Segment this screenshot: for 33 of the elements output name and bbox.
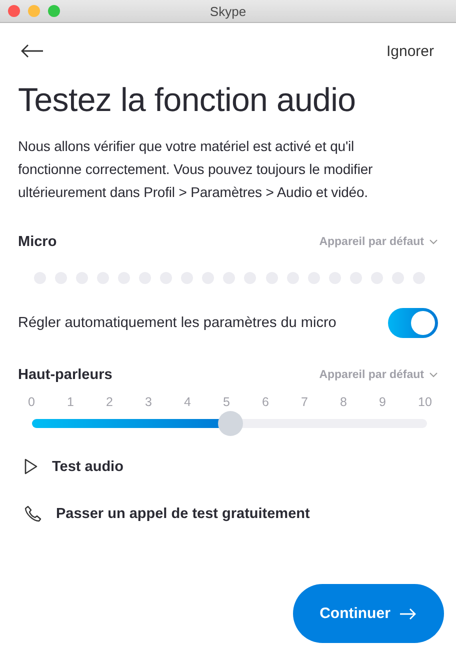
close-icon[interactable]	[8, 5, 20, 17]
play-icon	[24, 458, 38, 475]
action-link[interactable]: Test audio	[52, 458, 124, 474]
section-label: Micro	[18, 234, 57, 250]
tick-label: 7	[301, 395, 308, 409]
page-title: Testez la fonction audio	[18, 81, 357, 119]
description: Nous allons vérifier que votre matériel est activé et qu'il fonctionne correctement. Vous pouvez toujours le modifier ultérieurement dans Profil > Paramètres > Audio et vidéo.	[18, 137, 374, 202]
slider-thumb[interactable]	[218, 411, 242, 436]
tick-label: 5	[223, 395, 230, 409]
tick-label: 3	[145, 395, 152, 409]
toggle-label: Régler automatiquement les paramètres du micro	[18, 315, 336, 331]
tick-label: 2	[106, 395, 113, 409]
tick-label: 1	[67, 395, 74, 409]
chevron-down-icon	[429, 239, 438, 245]
section-label: Haut-parleurs	[18, 367, 112, 383]
tick-label: 4	[184, 395, 191, 409]
window-title: Skype	[210, 4, 246, 18]
tick-label: 9	[379, 395, 386, 409]
tick-label: 6	[262, 395, 269, 409]
continue-button[interactable]: Continuer	[293, 584, 444, 643]
action-link[interactable]: Passer un appel de test gratuitement	[56, 506, 310, 522]
skip-link[interactable]: Ignorer	[386, 42, 434, 60]
phone-icon	[24, 505, 42, 523]
tick-label: 8	[340, 395, 347, 409]
minimize-icon[interactable]	[28, 5, 40, 17]
zoom-icon[interactable]	[48, 5, 60, 17]
tick-label: 10	[418, 395, 432, 409]
toggle-switch[interactable]	[388, 308, 438, 338]
tick-label: 0	[28, 395, 35, 409]
chevron-down-icon	[429, 372, 438, 378]
volume-slider[interactable]	[32, 411, 427, 436]
back-arrow-icon[interactable]	[20, 44, 44, 58]
arrow-right-icon	[399, 608, 418, 620]
